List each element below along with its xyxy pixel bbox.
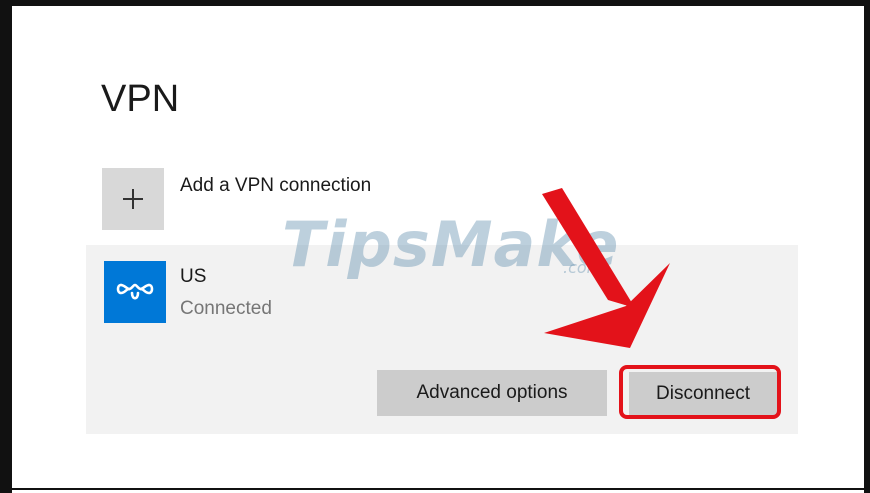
- red-arrow-icon: [542, 188, 670, 348]
- vpn-icon: [104, 261, 166, 323]
- add-vpn-connection-label: Add a VPN connection: [180, 175, 372, 196]
- frame-bottom-border: [12, 488, 864, 490]
- vpn-connection-name: US: [180, 266, 207, 287]
- plus-icon: [102, 168, 164, 230]
- disconnect-highlight-box: [619, 365, 781, 419]
- vpn-connection-status: Connected: [180, 298, 272, 319]
- page-title: VPN: [101, 78, 180, 120]
- advanced-options-button[interactable]: Advanced options: [377, 370, 607, 416]
